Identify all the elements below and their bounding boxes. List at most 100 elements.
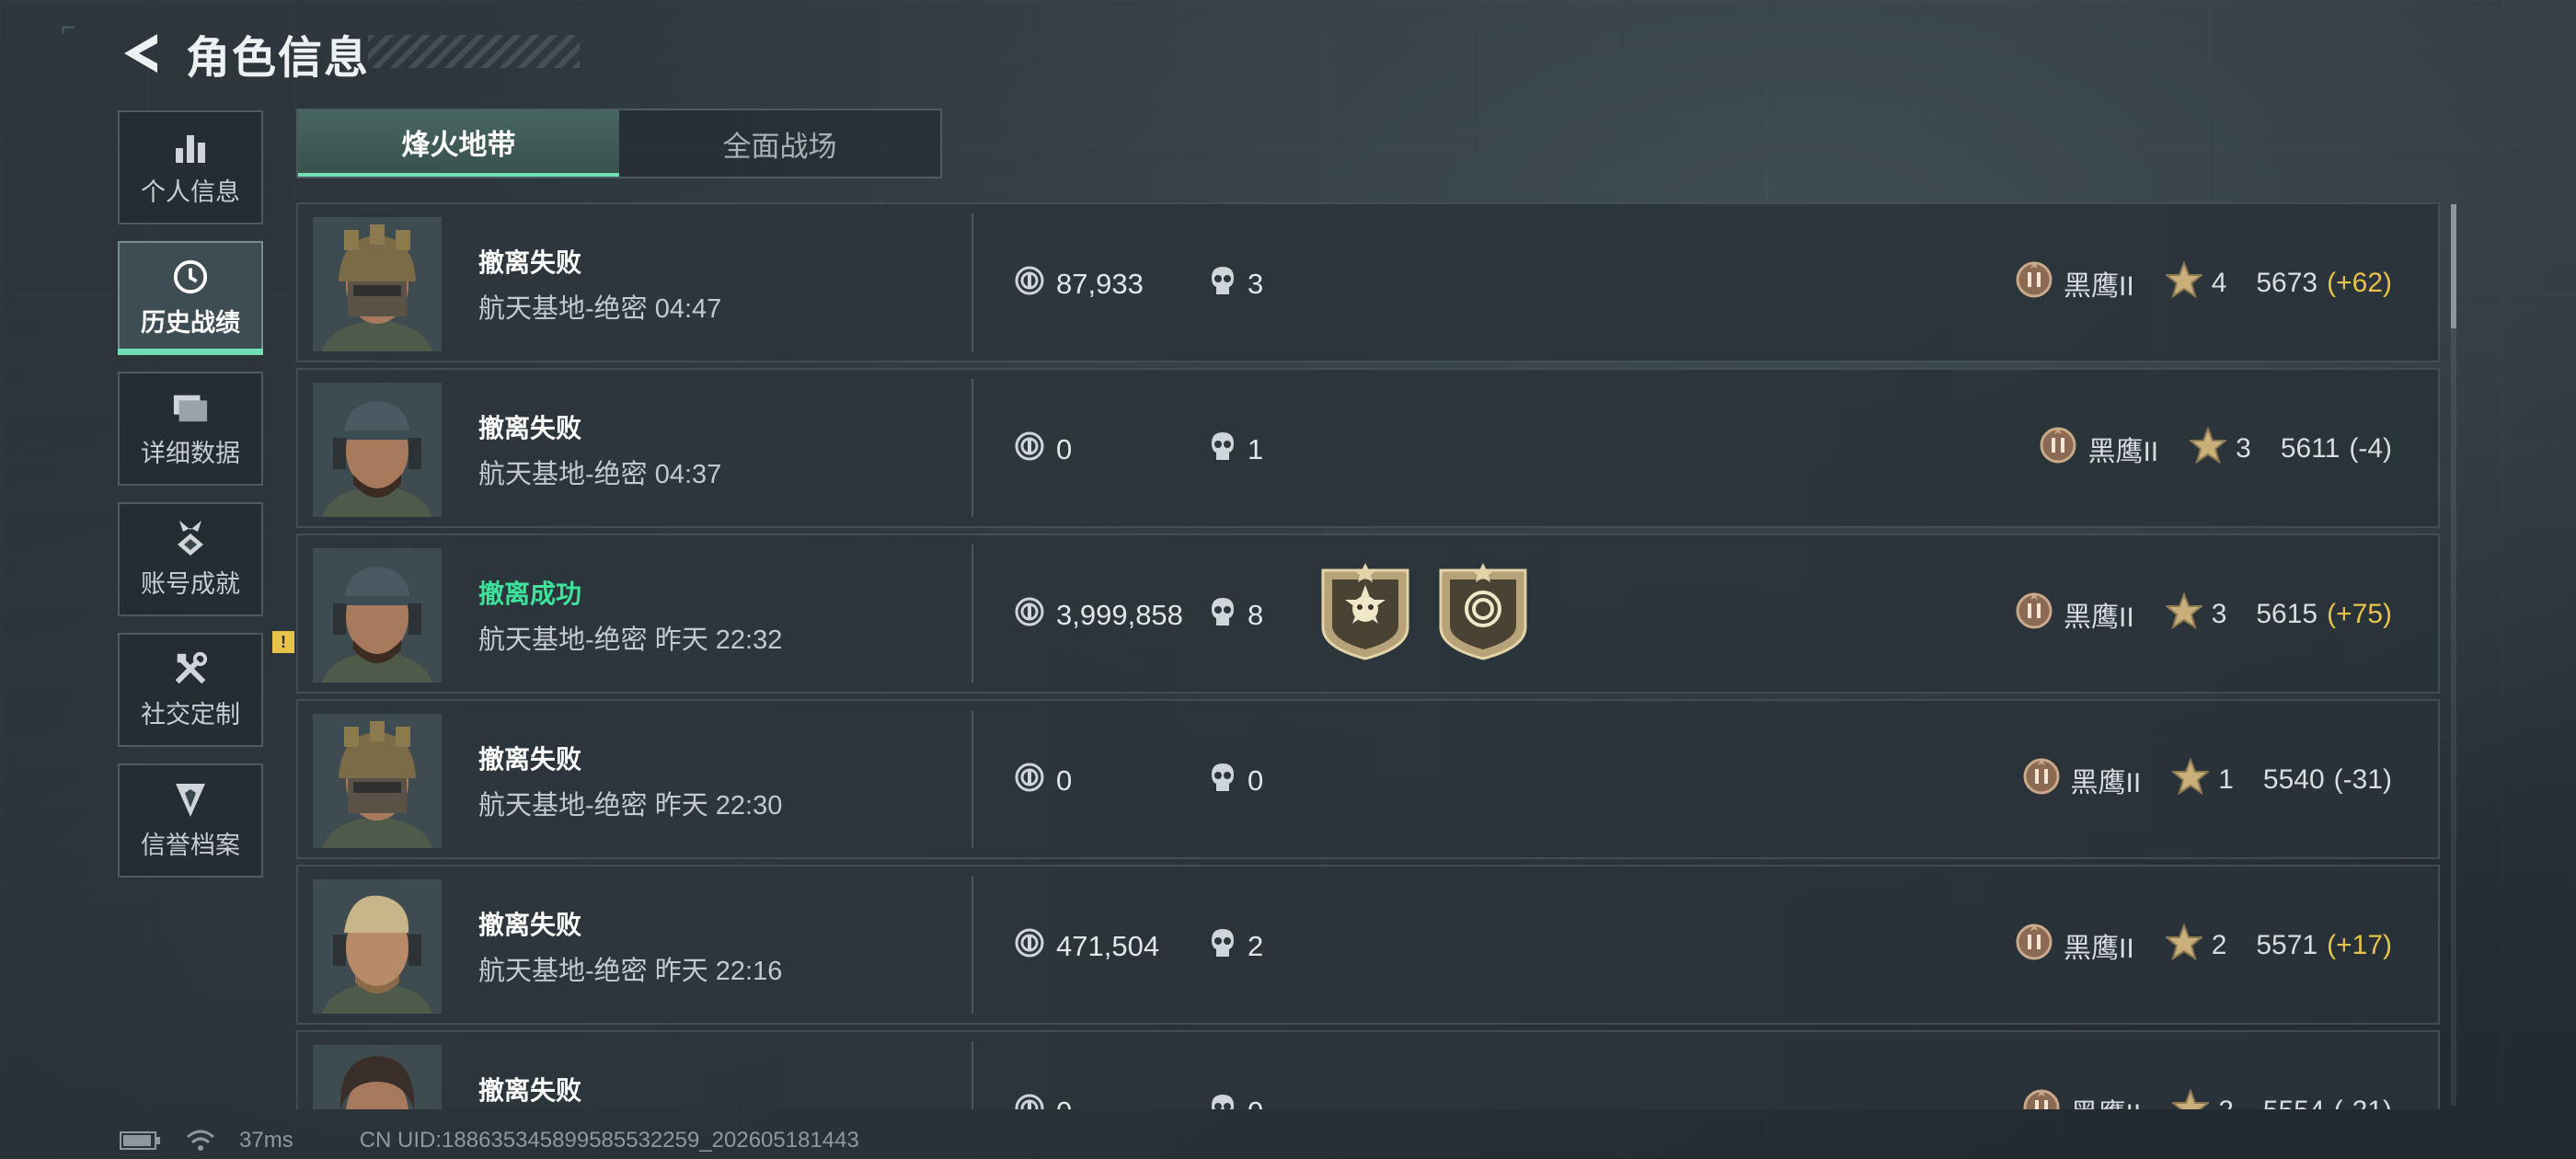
status-footer: 37ms CN UID:1886353458995855322​59_20260… xyxy=(120,1128,859,1153)
achievement-icon xyxy=(172,520,209,557)
star-count: 2 xyxy=(2218,1096,2234,1109)
rank-emblem-icon xyxy=(2021,756,2062,804)
rank-info: 黑鹰II 1 5540 (-31) xyxy=(2021,756,2392,804)
map-and-time: 航天基地-绝密 昨天 22:30 xyxy=(478,791,783,820)
history-clock-icon xyxy=(172,258,209,295)
kill-count: 8 xyxy=(1209,596,1263,635)
kill-count: 3 xyxy=(1209,265,1263,304)
rank-emblem-icon xyxy=(2014,259,2054,307)
skull-medal-icon[interactable] xyxy=(1319,563,1411,665)
rank-name: 黑鹰II xyxy=(2071,1091,2142,1109)
nav-item-detailed-data[interactable]: 详细数据 xyxy=(118,372,263,486)
back-button[interactable] xyxy=(118,29,162,77)
skull-icon xyxy=(1209,1093,1236,1109)
rank-emblem-icon xyxy=(2021,1087,2062,1109)
ping-value: 37ms xyxy=(239,1128,293,1153)
star-icon xyxy=(2188,426,2228,471)
haul-value: 471,504 xyxy=(1014,927,1159,966)
star-count: 2 xyxy=(2211,930,2227,960)
score-delta: (-31) xyxy=(2333,764,2392,795)
notification-badge: ! xyxy=(272,631,294,653)
corner-bracket-icon: ⌐ xyxy=(61,13,76,41)
star-count: 1 xyxy=(2218,764,2234,795)
rank-score: 5571 xyxy=(2256,930,2318,960)
skull-icon xyxy=(1209,265,1236,304)
nav-label: 历史战绩 xyxy=(141,308,240,337)
match-record-row[interactable]: 撤离失败 0 0 黑鹰II 2 5554 (-21) xyxy=(296,1030,2440,1109)
kill-count-text: 1 xyxy=(1248,433,1264,465)
haul-value: 0 xyxy=(1014,430,1072,469)
folder-icon xyxy=(172,389,209,426)
match-record-row[interactable]: 撤离失败 航天基地-绝密 昨天 22:30 0 0 黑鹰II 1 5540 (-31) xyxy=(296,699,2440,859)
coin-medal-icon[interactable] xyxy=(1437,563,1529,665)
star-count: 4 xyxy=(2211,268,2227,298)
match-record-row[interactable]: 撤离失败 航天基地-绝密 昨天 22:16 471,504 2 黑鹰II 2 5571 (+1… xyxy=(296,865,2440,1025)
coin-icon xyxy=(1014,927,1045,966)
skull-icon xyxy=(1209,596,1236,635)
rank-emblem-icon xyxy=(2014,922,2054,970)
score-delta: (+75) xyxy=(2327,599,2392,629)
match-record-row[interactable]: 撤离失败 航天基地-绝密 04:37 0 1 黑鹰II 3 5611 (-4) xyxy=(296,368,2440,528)
star-icon xyxy=(2163,591,2204,637)
page-title: 角色信息 xyxy=(186,34,371,83)
score-delta: (+62) xyxy=(2327,268,2392,298)
haul-value-text: 3,999,858 xyxy=(1056,599,1183,631)
mode-tabs: 烽火地带 全面战场 xyxy=(296,109,942,178)
match-history-list: 撤离失败 航天基地-绝密 04:47 87,933 3 黑鹰II 4 5673 (+62) 撤离… xyxy=(296,202,2440,1109)
nav-label: 详细数据 xyxy=(141,439,240,467)
coin-icon xyxy=(1014,430,1045,469)
rank-score: 5554 xyxy=(2263,1096,2325,1109)
nav-item-social-custom[interactable]: 社交定制 ! xyxy=(118,631,294,747)
rank-name: 黑鹰II xyxy=(2064,602,2134,633)
match-record-row[interactable]: 撤离失败 航天基地-绝密 04:47 87,933 3 黑鹰II 4 5673 (+62) xyxy=(296,202,2440,362)
tab-battlefield[interactable]: 全面战场 xyxy=(619,110,940,177)
nav-item-personal-info[interactable]: 个人信息 xyxy=(118,110,263,224)
kill-count-text: 0 xyxy=(1248,764,1264,797)
medal-list xyxy=(1319,563,1529,665)
title-decoration xyxy=(368,35,580,68)
list-scrollbar[interactable] xyxy=(2451,204,2456,1106)
row-divider xyxy=(972,545,973,683)
haul-value: 87,933 xyxy=(1014,265,1144,304)
nav-item-reputation[interactable]: 信誉档案 xyxy=(118,763,263,878)
coin-icon xyxy=(1014,265,1045,304)
match-record-row[interactable]: 撤离成功 航天基地-绝密 昨天 22:32 3,999,858 8 黑鹰II 3 5615 (… xyxy=(296,534,2440,694)
tab-warzone[interactable]: 烽火地带 xyxy=(298,110,619,177)
star-count: 3 xyxy=(2236,433,2251,464)
rank-emblem-icon xyxy=(2038,425,2078,473)
score-delta: (-4) xyxy=(2349,433,2392,464)
tools-icon xyxy=(172,650,209,687)
kill-count-text: 2 xyxy=(1248,930,1264,962)
rank-name: 黑鹰II xyxy=(2087,437,2159,467)
row-divider xyxy=(972,379,973,517)
nav-label: 账号成就 xyxy=(141,569,240,598)
back-arrow-icon xyxy=(124,34,157,73)
operator-portrait xyxy=(313,383,442,517)
extraction-status: 撤离成功 xyxy=(478,580,582,608)
extraction-status: 撤离失败 xyxy=(478,745,582,774)
rank-info: 黑鹰II 2 5571 (+17) xyxy=(2014,922,2392,970)
haul-value: 0 xyxy=(1014,1093,1072,1109)
row-divider xyxy=(972,710,973,848)
rank-score: 5611 xyxy=(2280,433,2340,464)
operator-portrait xyxy=(313,879,442,1014)
rank-score: 5540 xyxy=(2262,764,2325,795)
nav-item-achievements[interactable]: 账号成就 xyxy=(118,502,263,616)
nav-label: 个人信息 xyxy=(141,178,240,206)
rank-score: 5615 xyxy=(2256,599,2318,629)
rank-info: 黑鹰II 3 5615 (+75) xyxy=(2014,591,2392,638)
star-icon xyxy=(2163,260,2204,305)
player-uid: CN UID:1886353458995855322​59_2026051814… xyxy=(359,1128,859,1153)
operator-portrait xyxy=(313,548,442,683)
skull-icon xyxy=(1209,762,1236,800)
nav-label: 信誉档案 xyxy=(141,831,240,859)
scroll-thumb[interactable] xyxy=(2451,204,2456,328)
nav-item-match-history[interactable]: 历史战绩 xyxy=(118,241,263,355)
coin-icon xyxy=(1014,596,1045,635)
haul-value: 3,999,858 xyxy=(1014,596,1183,635)
row-divider xyxy=(972,876,973,1014)
extraction-status: 撤离失败 xyxy=(478,414,582,442)
operator-portrait xyxy=(313,1045,442,1109)
kill-count-text: 3 xyxy=(1248,268,1264,300)
skull-icon xyxy=(1209,430,1236,469)
